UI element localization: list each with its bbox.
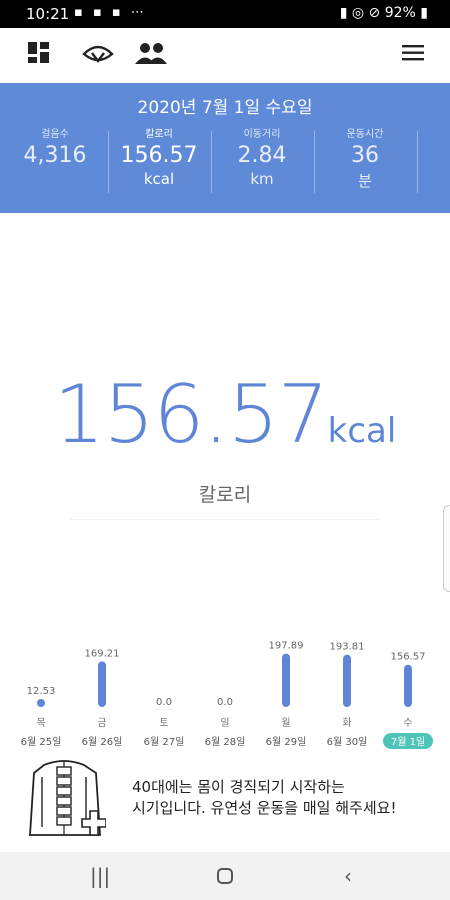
stat-label: 걸음수 <box>41 129 69 140</box>
status-bar: 10:21 ▪ ▪ ▪ ⋯ ▮ ◎ ⊘ 92% ▮ <box>0 0 450 28</box>
home-icon[interactable] <box>216 867 234 885</box>
top-nav <box>0 28 450 80</box>
main-metric: 156.57kcal <box>0 368 450 461</box>
chart-day-label-5: 화 <box>342 717 351 729</box>
stat-divider <box>417 131 418 193</box>
chart-day-label-4: 월 <box>281 717 290 729</box>
chart-date-label-0: 6월 25일 <box>21 736 62 748</box>
eye-icon[interactable] <box>82 44 114 64</box>
stat-label: 운동시간 <box>346 129 384 140</box>
signal-icon: ▮ ◎ ⊘ <box>339 5 385 21</box>
chart-value-label-3: 0.0 <box>217 697 233 708</box>
chart-date-label-1: 6월 26일 <box>82 736 123 748</box>
chart-date-label-5: 6월 30일 <box>327 736 368 748</box>
stat-label: 칼로리 <box>145 129 173 140</box>
weekly-calorie-chart: 12.53 목 6월 25일 169.21 금 6월 26일 0.0 토 6월 27일 0.0 일 6… <box>21 641 433 749</box>
stat-unit: kcal <box>143 170 175 188</box>
battery-level: 92% <box>384 5 416 21</box>
chart-bar-5 <box>343 654 351 707</box>
stat-value: 4,316 <box>23 143 87 168</box>
chart-value-label-1: 169.21 <box>85 648 120 659</box>
chart-value-label-2: 0.0 <box>156 697 172 708</box>
stat-value: 36 <box>351 143 379 168</box>
stat-label: 이동거리 <box>243 129 281 140</box>
stat-value: 156.57 <box>120 143 198 168</box>
header-date: 2020년 7월 1일 수요일 <box>137 98 313 118</box>
stat-value: 2.84 <box>237 143 287 168</box>
divider-line <box>70 519 380 520</box>
main-unit: kcal <box>327 411 397 451</box>
chart-bar-1 <box>98 661 106 707</box>
chart-day-label-2: 토 <box>159 718 168 729</box>
chart-bar-4 <box>282 653 290 707</box>
chart-day-label-1: 금 <box>97 717 106 729</box>
stat-exercise-time[interactable]: 운동시간 36 분 <box>314 125 416 191</box>
system-nav-bar: ||| ‹ <box>0 852 450 900</box>
chart-value-label-4: 197.89 <box>269 641 304 652</box>
chart-date-label-3: 6월 28일 <box>205 736 246 748</box>
chart-day-label-0: 목 <box>36 717 45 729</box>
stat-unit: 분 <box>358 172 372 190</box>
chart-bar-0 <box>37 699 45 707</box>
health-tip: 40대에는 몸이 경직되기 시작하는 시기입니다. 유연성 운동을 매일 해주세… <box>0 755 450 847</box>
summary-header: 2020년 7월 1일 수요일 걸음수 4,316 칼로리 156.57 kca… <box>0 83 450 213</box>
stat-calories[interactable]: 칼로리 156.57 kcal <box>108 125 210 188</box>
battery-icon: ▮ <box>415 5 428 21</box>
spine-illustration <box>29 760 106 836</box>
tip-line-2: 시기입니다. 유연성 운동을 매일 해주세요! <box>132 799 397 817</box>
chart-date-label-4: 6월 29일 <box>266 736 307 748</box>
edge-panel-handle[interactable] <box>443 505 450 592</box>
menu-icon[interactable] <box>402 45 424 61</box>
chart-bar-6 <box>404 664 412 707</box>
chart-value-label-6: 156.57 <box>391 652 426 663</box>
notification-icons: ▪ ▪ ▪ ⋯ <box>74 5 147 20</box>
chart-date-label-2: 6월 27일 <box>144 736 185 748</box>
stat-unit: km <box>250 170 274 188</box>
main-value: 156.57 <box>53 368 329 461</box>
stat-distance[interactable]: 이동거리 2.84 km <box>211 125 313 188</box>
chart-day-label-6: 수 <box>403 717 412 729</box>
status-time: 10:21 <box>26 5 70 23</box>
chart-value-label-5: 193.81 <box>330 642 365 653</box>
back-icon[interactable]: ‹ <box>344 864 352 888</box>
chart-date-label-6: 7월 1일 <box>391 736 425 748</box>
chart-day-label-3: 일 <box>220 717 229 729</box>
status-right: ▮ ◎ ⊘ 92% ▮ <box>340 5 428 21</box>
tip-text: 40대에는 몸이 경직되기 시작하는 시기입니다. 유연성 운동을 매일 해주세… <box>132 777 396 819</box>
dashboard-icon[interactable] <box>28 42 50 64</box>
tip-line-1: 40대에는 몸이 경직되기 시작하는 <box>132 778 345 796</box>
main-label: 칼로리 <box>198 484 252 506</box>
stat-steps[interactable]: 걸음수 4,316 <box>4 125 106 170</box>
recent-apps-icon[interactable]: ||| <box>90 864 110 888</box>
chart-value-label-0: 12.53 <box>27 686 56 697</box>
people-icon[interactable] <box>134 42 168 64</box>
